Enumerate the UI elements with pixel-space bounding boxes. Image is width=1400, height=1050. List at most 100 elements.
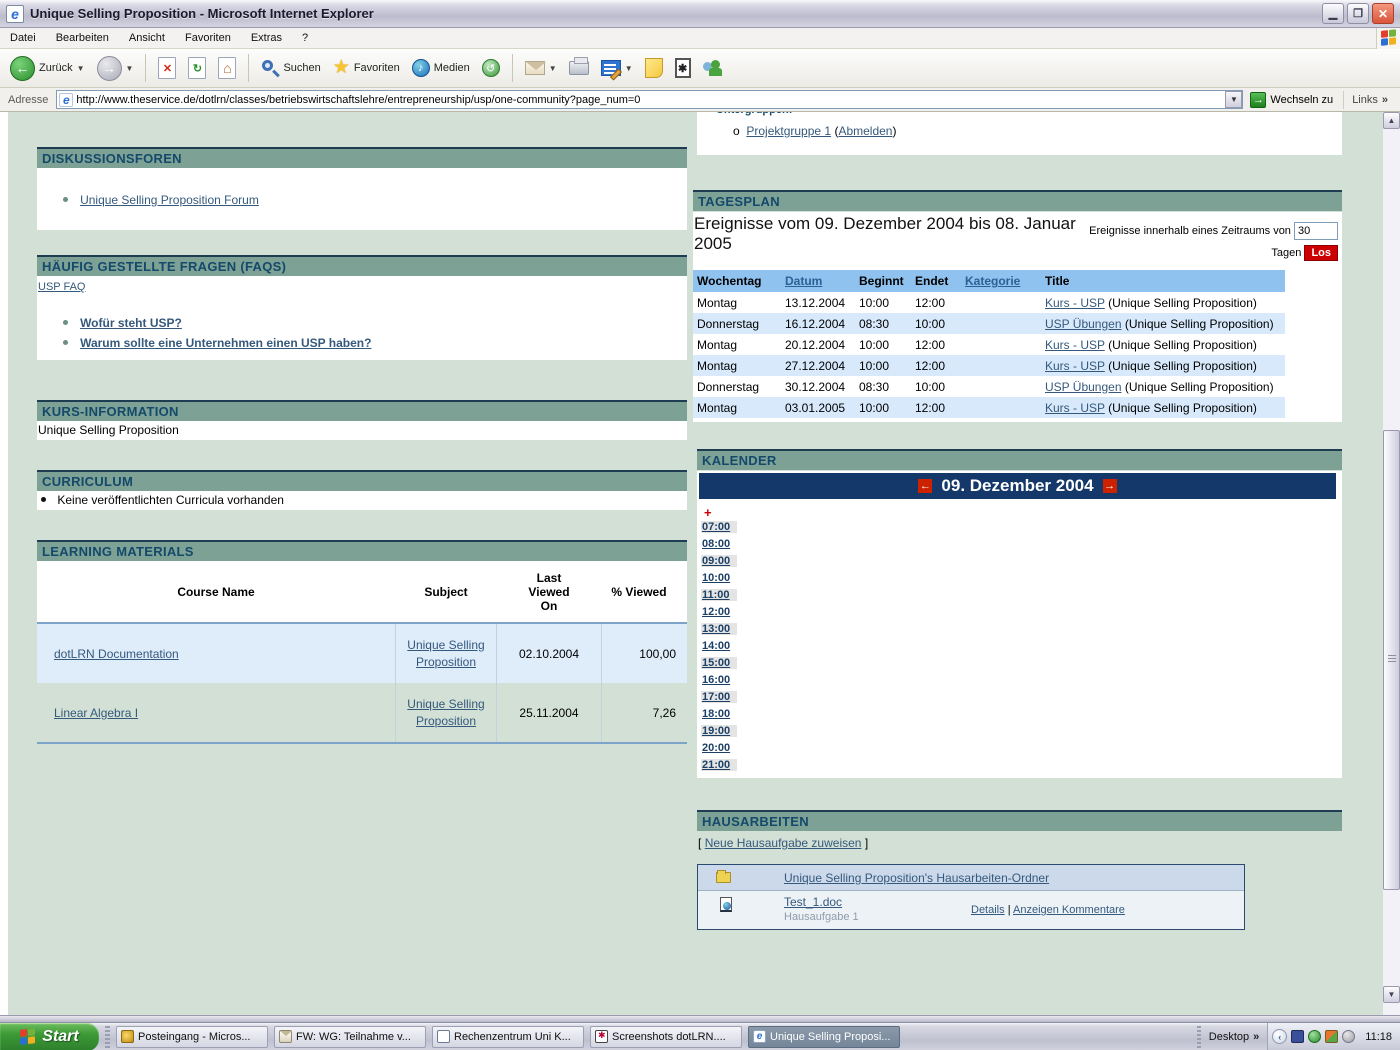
time-slot-link[interactable]: 12:00	[701, 606, 737, 618]
history-button[interactable]: ↺	[478, 57, 504, 79]
time-slot-link[interactable]: 21:00	[701, 759, 737, 771]
taskbar-separator-handle[interactable]	[1197, 1026, 1201, 1048]
subject-link[interactable]: Unique Selling Proposition	[396, 637, 496, 671]
scrollbar-thumb[interactable]	[1383, 430, 1400, 890]
task-screenshots[interactable]: Screenshots dotLRN....	[590, 1026, 742, 1048]
back-button[interactable]: ← Zurück ▼	[6, 54, 89, 83]
note-button[interactable]	[641, 56, 667, 80]
time-slot-link[interactable]: 18:00	[701, 708, 737, 720]
event-link[interactable]: Kurs - USP	[1045, 359, 1105, 373]
calendar-prev-button[interactable]: ←	[918, 479, 932, 493]
event-link[interactable]: Kurs - USP	[1045, 296, 1105, 310]
time-slot-link[interactable]: 13:00	[701, 623, 737, 635]
course-link[interactable]: Linear Algebra I	[54, 706, 138, 720]
media-button[interactable]: ♪ Medien	[408, 57, 474, 79]
refresh-button[interactable]: ↻	[184, 55, 210, 81]
back-dropdown-icon[interactable]: ▼	[77, 64, 85, 73]
menu-help[interactable]: ?	[292, 29, 318, 47]
minimize-button[interactable]: ▁	[1322, 3, 1344, 24]
scroll-up-button[interactable]: ▲	[1383, 112, 1400, 129]
time-slot-link[interactable]: 08:00	[701, 538, 737, 550]
toolbar-separator	[145, 54, 146, 82]
faq-question-link[interactable]: Warum sollte eine Unternehmen einen USP …	[80, 336, 371, 350]
time-slot-link[interactable]: 19:00	[701, 725, 737, 737]
task-unique-selling-proposition[interactable]: e Unique Selling Proposi...	[748, 1026, 900, 1048]
scroll-down-button[interactable]: ▼	[1383, 986, 1400, 1003]
document-icon[interactable]	[720, 897, 732, 912]
menu-bearbeiten[interactable]: Bearbeiten	[46, 29, 119, 47]
links-toolbar[interactable]: Links »	[1343, 91, 1396, 109]
col-datum-sort-link[interactable]: Datum	[785, 274, 822, 288]
tray-messenger-icon[interactable]	[1325, 1030, 1338, 1043]
search-button[interactable]: Suchen	[257, 57, 324, 79]
subject-link[interactable]: Unique Selling Proposition	[396, 696, 496, 730]
time-slot-link[interactable]: 10:00	[701, 572, 737, 584]
menu-datei[interactable]: Datei	[0, 29, 46, 47]
forward-button[interactable]: → ▼	[93, 54, 138, 83]
close-button[interactable]: ✕	[1372, 3, 1394, 24]
time-slot-link[interactable]: 09:00	[701, 555, 737, 567]
mail-dropdown-icon[interactable]: ▼	[549, 64, 557, 73]
usp-faq-link[interactable]: USP FAQ	[38, 281, 85, 293]
time-slot-link[interactable]: 07:00	[701, 521, 737, 533]
discuss-button[interactable]: ✱	[671, 56, 695, 80]
time-slot-link[interactable]: 14:00	[701, 640, 737, 652]
tray-monitor-icon[interactable]	[1291, 1030, 1304, 1043]
menu-favoriten[interactable]: Favoriten	[175, 29, 241, 47]
url-dropdown-button[interactable]: ▼	[1225, 91, 1242, 108]
projektgruppe-link[interactable]: Projektgruppe 1	[746, 124, 831, 138]
edit-button[interactable]: ▼	[597, 58, 637, 78]
print-button[interactable]	[565, 59, 593, 77]
curriculum-section-header: CURRICULUM	[37, 470, 687, 491]
los-button[interactable]: Los	[1304, 245, 1338, 261]
event-link[interactable]: USP Übungen	[1045, 380, 1122, 394]
url-input[interactable]	[76, 94, 1225, 106]
time-slot-link[interactable]: 17:00	[701, 691, 737, 703]
calendar-next-button[interactable]: →	[1103, 479, 1117, 493]
days-input[interactable]	[1294, 222, 1338, 240]
vertical-scrollbar[interactable]: ▲ ▼	[1383, 112, 1400, 1015]
time-slot-link[interactable]: 11:00	[701, 589, 737, 601]
favorites-button[interactable]: ★ Favoriten	[329, 57, 404, 79]
event-link[interactable]: Kurs - USP	[1045, 401, 1105, 415]
course-link[interactable]: dotLRN Documentation	[54, 647, 179, 661]
comments-link[interactable]: Anzeigen Kommentare	[1013, 904, 1125, 916]
task-mail-message[interactable]: FW: WG: Teilnahme v...	[274, 1026, 426, 1048]
faq-question-link[interactable]: Wofür steht USP?	[80, 316, 182, 330]
assign-homework-link[interactable]: Neue Hausaufgabe zuweisen	[705, 836, 862, 850]
event-link[interactable]: USP Übungen	[1045, 317, 1122, 331]
stop-button[interactable]: ✕	[154, 55, 180, 81]
hide-icons-button[interactable]: ‹	[1272, 1029, 1287, 1044]
messenger-button[interactable]	[699, 56, 727, 80]
file-link[interactable]: Test_1.doc	[784, 895, 842, 909]
home-button[interactable]: ⌂	[214, 55, 240, 81]
desktop-chevron-icon[interactable]: »	[1253, 1031, 1259, 1043]
task-rechenzentrum[interactable]: Rechenzentrum Uni K...	[432, 1026, 584, 1048]
details-link[interactable]: Details	[971, 904, 1005, 916]
calendar-add-button[interactable]: +	[704, 505, 712, 520]
mail-button[interactable]: ▼	[521, 59, 561, 77]
time-slot-link[interactable]: 20:00	[701, 742, 737, 754]
menu-extras[interactable]: Extras	[241, 29, 292, 47]
abmelden-link[interactable]: Abmelden	[838, 124, 892, 138]
forum-link[interactable]: Unique Selling Proposition Forum	[80, 193, 259, 207]
time-slot-link[interactable]: 16:00	[701, 674, 737, 686]
homework-folder-link[interactable]: Unique Selling Proposition's Hausarbeite…	[784, 871, 1049, 885]
start-button[interactable]: Start	[0, 1023, 99, 1050]
col-last-viewed: Last Viewed On	[497, 561, 602, 622]
event-link[interactable]: Kurs - USP	[1045, 338, 1105, 352]
desktop-toolbar-label[interactable]: Desktop	[1205, 1031, 1253, 1043]
edit-dropdown-icon[interactable]: ▼	[625, 64, 633, 73]
task-posteingang[interactable]: Posteingang - Micros...	[116, 1026, 268, 1048]
tray-volume-icon[interactable]	[1342, 1030, 1355, 1043]
col-kategorie-sort-link[interactable]: Kategorie	[965, 274, 1020, 288]
tray-network-icon[interactable]	[1308, 1030, 1321, 1043]
go-button[interactable]: → Wechseln zu	[1247, 91, 1339, 109]
maximize-button[interactable]: ❐	[1347, 3, 1369, 24]
kalender-section-header: KALENDER	[697, 449, 1342, 470]
quicklaunch-handle[interactable]	[105, 1026, 110, 1048]
col-pct-viewed: % Viewed	[602, 585, 686, 599]
menu-ansicht[interactable]: Ansicht	[119, 29, 175, 47]
forward-dropdown-icon[interactable]: ▼	[126, 64, 134, 73]
time-slot-link[interactable]: 15:00	[701, 657, 737, 669]
